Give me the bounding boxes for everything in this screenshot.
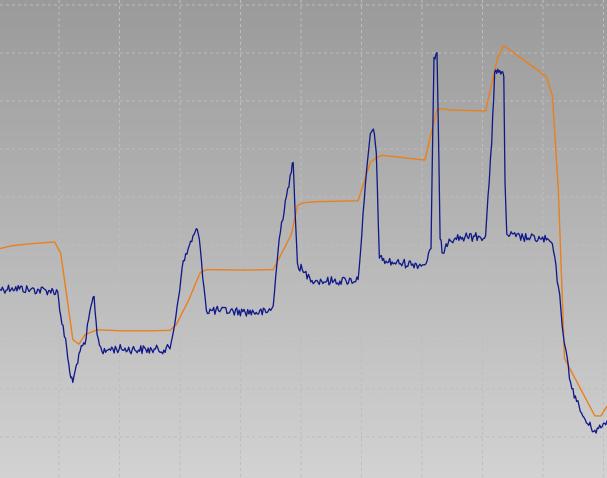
- plot-background: [0, 0, 607, 478]
- line-chart: [0, 0, 607, 478]
